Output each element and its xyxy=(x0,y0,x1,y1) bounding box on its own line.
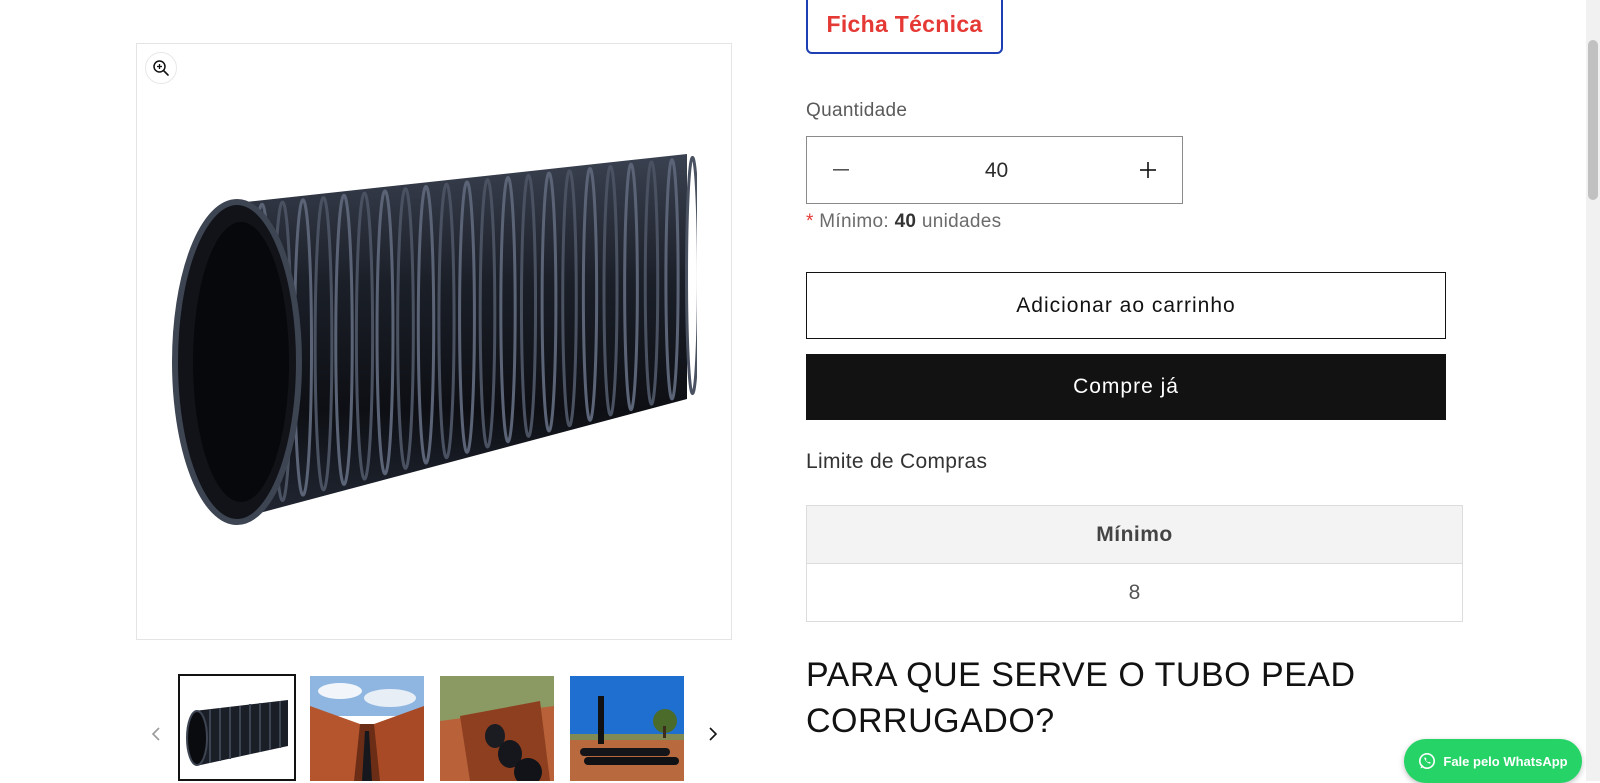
min-note-value: 40 xyxy=(894,211,917,232)
ficha-tecnica-button[interactable]: Ficha Técnica xyxy=(806,0,1003,54)
table-row: 8 xyxy=(806,563,1463,622)
add-to-cart-label: Adicionar ao carrinho xyxy=(1016,293,1236,317)
purchase-limit-table: Mínimo 8 xyxy=(806,505,1463,622)
limit-header-minimum: Mínimo xyxy=(806,505,1463,564)
thumbnail-2[interactable] xyxy=(310,676,424,781)
page-scrollbar[interactable] xyxy=(1586,0,1600,781)
section-heading: PARA QUE SERVE O TUBO PEAD CORRUGADO? xyxy=(806,656,1356,740)
chevron-right-icon xyxy=(709,727,718,741)
buy-now-label: Compre já xyxy=(1073,375,1179,398)
scrollbar-thumb[interactable] xyxy=(1588,40,1598,200)
field-pipes-thumbnail-image xyxy=(570,676,684,781)
zoom-in-icon xyxy=(153,60,169,76)
minus-icon xyxy=(833,169,849,171)
buy-now-button[interactable]: Compre já xyxy=(806,354,1446,420)
pipe-thumbnail-image xyxy=(180,676,294,779)
chevron-left-icon xyxy=(151,727,160,741)
quantity-stepper xyxy=(806,136,1183,205)
whatsapp-icon xyxy=(1419,753,1436,769)
trench-pipes-thumbnail-image xyxy=(440,676,554,781)
add-to-cart-button[interactable]: Adicionar ao carrinho xyxy=(806,272,1446,339)
slider-prev-button[interactable] xyxy=(146,724,166,744)
quantity-label: Quantidade xyxy=(806,100,908,121)
thumbnail-4[interactable] xyxy=(570,676,684,781)
zoom-button[interactable] xyxy=(145,52,177,84)
corrugated-pipe-image xyxy=(172,154,697,525)
thumbnail-3[interactable] xyxy=(440,676,554,781)
decrease-quantity-button[interactable] xyxy=(807,137,875,203)
min-note-prefix: Mínimo: xyxy=(819,211,889,232)
whatsapp-chat-button[interactable]: Fale pelo WhatsApp xyxy=(1404,739,1582,783)
limit-minimum-value: 8 xyxy=(806,563,1463,622)
plus-icon xyxy=(1140,162,1156,178)
thumbnail-slider xyxy=(136,674,732,781)
slider-next-button[interactable] xyxy=(703,724,723,744)
trench-thumbnail-image xyxy=(310,676,424,781)
increase-quantity-button[interactable] xyxy=(1114,137,1182,203)
min-note-suffix: unidades xyxy=(921,211,1002,232)
minimum-quantity-note: * Mínimo: 40 unidades xyxy=(806,211,1001,233)
thumbnail-1[interactable] xyxy=(178,674,296,781)
product-main-image xyxy=(136,43,732,640)
whatsapp-label: Fale pelo WhatsApp xyxy=(1443,753,1568,769)
purchase-limit-title: Limite de Compras xyxy=(806,450,988,473)
required-asterisk: * xyxy=(806,211,814,232)
quantity-input[interactable] xyxy=(875,137,1118,205)
ficha-tecnica-label: Ficha Técnica xyxy=(826,10,983,37)
table-header-row: Mínimo xyxy=(806,505,1463,564)
